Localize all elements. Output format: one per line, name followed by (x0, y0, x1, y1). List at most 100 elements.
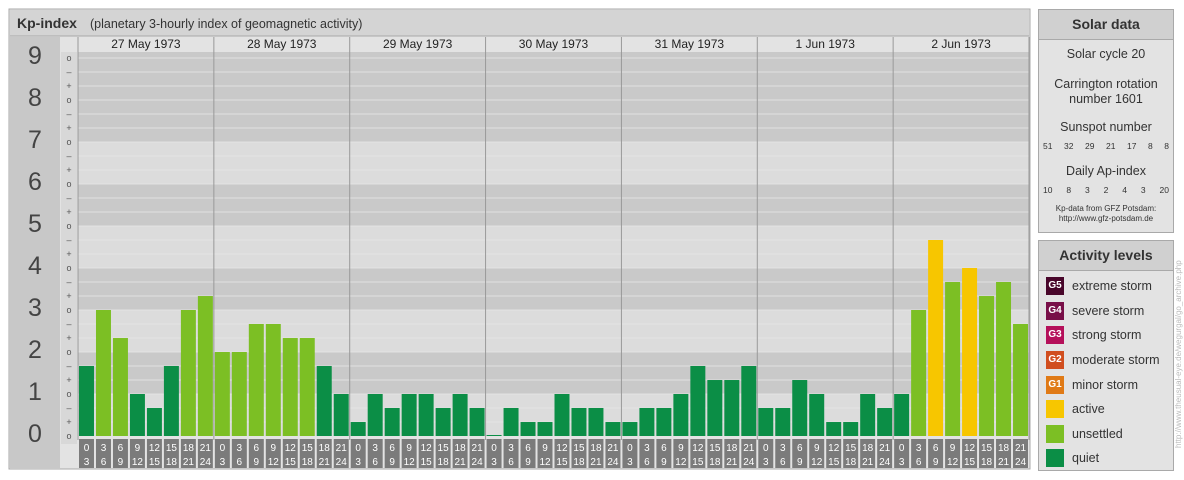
time-start-label: 0 (220, 443, 226, 454)
time-start-label: 12 (149, 443, 161, 454)
minor-mark: + (66, 333, 71, 343)
time-end-label: 24 (472, 457, 484, 468)
time-end-label: 21 (183, 457, 195, 468)
time-start-label: 3 (101, 443, 107, 454)
kp-bar (129, 394, 145, 436)
time-end-label: 21 (726, 457, 738, 468)
solar-cycle: Solar cycle 20 (1066, 47, 1146, 61)
kp-bar (758, 407, 774, 436)
sunspot-title: Sunspot number (1060, 120, 1152, 134)
time-start-label: 3 (780, 443, 786, 454)
kp-bar (860, 394, 876, 436)
time-start-label: 12 (828, 443, 840, 454)
time-start-label: 21 (336, 443, 348, 454)
level-label: severe storm (1072, 303, 1145, 318)
time-end-label: 24 (200, 457, 212, 468)
time-end-label: 9 (933, 457, 939, 468)
level-label: active (1072, 402, 1105, 417)
kp-bar (588, 407, 604, 436)
level-swatch: G3 (1046, 326, 1064, 345)
time-end-label: 18 (981, 457, 993, 468)
time-end-label: 18 (302, 457, 314, 468)
time-start-label: 0 (627, 443, 633, 454)
minor-mark: o (66, 305, 71, 315)
time-start-label: 21 (879, 443, 891, 454)
time-start-label: 6 (933, 443, 939, 454)
minor-mark: + (66, 207, 71, 217)
time-end-label: 3 (899, 457, 905, 468)
time-end-label: 18 (438, 457, 450, 468)
time-end-label: 9 (525, 457, 531, 468)
chart-title: Kp-index (17, 15, 77, 31)
minor-mark: o (66, 53, 71, 63)
watermark: http://www.theusual-eye.de/wegurgal/go_a… (1174, 260, 1183, 449)
level-swatch: G2 (1046, 351, 1064, 370)
kp-bar (316, 365, 332, 436)
solar-value: 51 (1043, 141, 1053, 151)
solar-value: 3 (1084, 185, 1090, 195)
level-label: unsettled (1072, 426, 1123, 441)
solar-value: 32 (1064, 141, 1074, 151)
day-label: 30 May 1973 (519, 37, 589, 51)
kp-band-7 (78, 100, 1029, 143)
minor-mark: – (66, 277, 71, 287)
minor-mark: – (66, 109, 71, 119)
minor-mark: + (66, 123, 71, 133)
time-end-label: 15 (421, 457, 433, 468)
credit-line-2: http://www.gfz-potsdam.de (1058, 214, 1154, 223)
time-end-label: 24 (336, 457, 348, 468)
time-start-label: 6 (525, 443, 531, 454)
kp-bar (520, 422, 536, 436)
y-axis-label: 6 (28, 168, 42, 196)
time-end-label: 21 (590, 457, 602, 468)
time-end-label: 21 (455, 457, 467, 468)
time-start-label: 3 (508, 443, 514, 454)
time-end-label: 9 (254, 457, 260, 468)
time-start-label: 12 (556, 443, 568, 454)
time-start-label: 15 (709, 443, 721, 454)
time-end-label: 6 (916, 457, 922, 468)
time-end-label: 15 (964, 457, 976, 468)
kp-bar (367, 394, 383, 436)
kp-bar (656, 407, 672, 436)
activity-level-minor-storm: G1 minor storm (1039, 372, 1173, 397)
kp-band-3 (78, 268, 1029, 311)
time-end-label: 21 (862, 457, 874, 468)
y-axis-label: 2 (28, 336, 42, 364)
time-start-label: 6 (254, 443, 260, 454)
time-start-label: 9 (678, 443, 684, 454)
activity-level-strong-storm: G3 strong storm (1039, 323, 1173, 348)
kp-bar (775, 407, 791, 436)
kp-bar (877, 407, 893, 436)
time-start-label: 9 (950, 443, 956, 454)
time-end-label: 24 (743, 457, 755, 468)
time-start-label: 6 (797, 443, 803, 454)
y-axis-label: 1 (28, 378, 42, 406)
solar-value: 17 (1127, 141, 1137, 151)
kp-bar (231, 352, 247, 436)
kp-bar (197, 296, 213, 436)
time-start-label: 3 (916, 443, 922, 454)
kp-bar (622, 422, 638, 436)
kp-bar (843, 422, 859, 436)
activity-level-moderate-storm: G2 moderate storm (1039, 348, 1173, 373)
y-axis-label: 5 (28, 210, 42, 238)
kp-bar (265, 323, 281, 436)
kp-bar (605, 422, 621, 436)
time-end-label: 18 (573, 457, 585, 468)
time-end-label: 12 (132, 457, 144, 468)
kp-band-6 (78, 142, 1029, 185)
time-start-label: 9 (135, 443, 141, 454)
time-end-label: 3 (355, 457, 361, 468)
y-axis-label: 4 (28, 252, 42, 280)
minor-mark: – (66, 361, 71, 371)
time-start-label: 3 (644, 443, 650, 454)
time-end-label: 15 (285, 457, 297, 468)
solar-value: 29 (1085, 141, 1095, 151)
time-end-label: 9 (118, 457, 124, 468)
kp-bar (554, 394, 570, 436)
kp-bar (435, 407, 451, 436)
time-end-label: 12 (268, 457, 280, 468)
kp-bar (418, 394, 434, 436)
time-end-label: 12 (404, 457, 416, 468)
